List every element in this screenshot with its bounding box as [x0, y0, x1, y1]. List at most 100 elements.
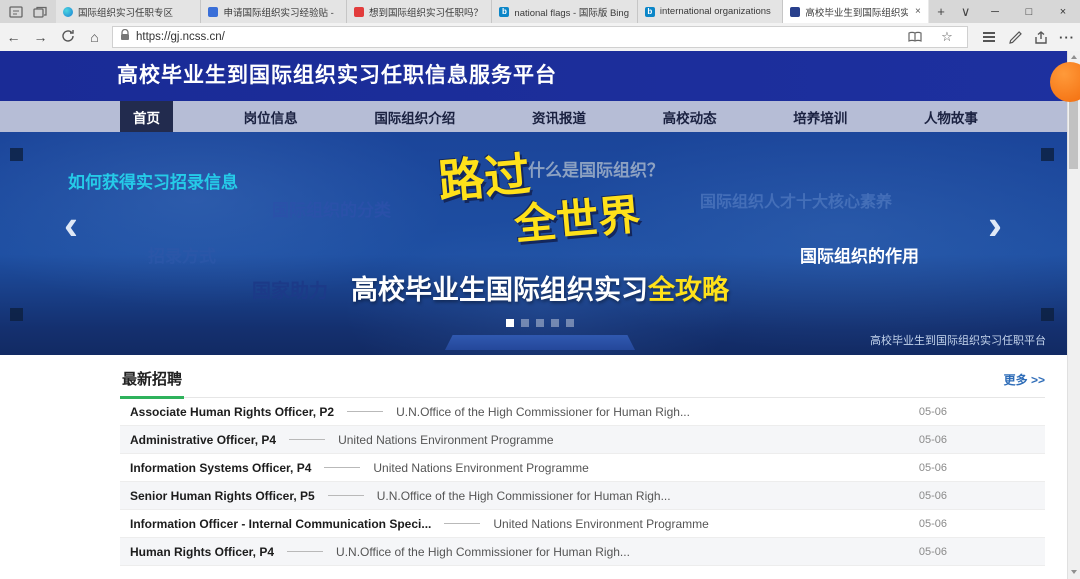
hero-caption: 如何获得实习招录信息: [68, 168, 238, 193]
hero-caption: 国际组织的分类: [272, 196, 391, 221]
carousel-dot[interactable]: [536, 319, 544, 327]
hero-caption: 国际组织的作用: [800, 242, 919, 267]
tab-favicon-bing: [645, 7, 655, 17]
browser-tab[interactable]: national flags - 国际版 Bing: [492, 0, 637, 23]
tab-favicon: [790, 7, 800, 17]
hero-caption: 什么是国际组织？: [528, 156, 664, 181]
nav-item-university[interactable]: 高校动态: [657, 101, 723, 132]
tab-close-icon[interactable]: ×: [913, 6, 921, 17]
annotate-pen-icon[interactable]: [1002, 31, 1028, 44]
nav-item-jobs[interactable]: 岗位信息: [238, 101, 304, 132]
maximize-button[interactable]: □: [1012, 0, 1046, 23]
hero-caption: 招录方式: [148, 242, 216, 267]
url-text: https://gj.ncss.cn/: [136, 31, 896, 43]
more-actions-icon[interactable]: ···: [1054, 30, 1080, 45]
job-row[interactable]: Associate Human Rights Officer, P2 U.N.O…: [120, 398, 1045, 426]
nav-item-org-intro[interactable]: 国际组织介绍: [368, 101, 461, 132]
job-organization: U.N.Office of the High Commissioner for …: [336, 545, 630, 559]
nav-item-home[interactable]: 首页: [120, 101, 173, 132]
tab-label: 想到国际组织实习任职吗？: [369, 5, 484, 19]
job-organization: United Nations Environment Programme: [373, 461, 588, 475]
page-scrollbar[interactable]: [1067, 51, 1080, 579]
url-field[interactable]: https://gj.ncss.cn/ ☆: [112, 26, 968, 48]
tab-favicon: [354, 7, 364, 17]
carousel-dot[interactable]: [521, 319, 529, 327]
tab-preview-toggle-icon[interactable]: ∨: [953, 0, 978, 23]
hero-ribbon-decor: [445, 335, 635, 350]
saved-tabs-icon[interactable]: [33, 6, 47, 18]
job-row[interactable]: Human Rights Officer, P4 U.N.Office of t…: [120, 538, 1045, 566]
close-button[interactable]: ×: [1046, 0, 1080, 23]
decor-square: [1041, 308, 1054, 321]
hero-slogan-prefix: 高校毕业生国际组织实习: [351, 275, 648, 305]
window-controls: ─ □ ×: [978, 0, 1080, 23]
dash-separator: [324, 467, 360, 468]
hero-caption: 国家助力: [252, 276, 328, 303]
set-tabs-aside-icon[interactable]: [9, 6, 23, 18]
job-title: Information Systems Officer, P4: [130, 461, 311, 475]
address-bar: ← → ⌂ https://gj.ncss.cn/ ☆ ···: [0, 23, 1080, 52]
job-title: Senior Human Rights Officer, P5: [130, 489, 315, 503]
reading-view-icon[interactable]: [902, 31, 928, 43]
nav-item-training[interactable]: 培养培训: [787, 101, 853, 132]
favorite-star-icon[interactable]: ☆: [934, 29, 960, 45]
job-date: 05-06: [919, 434, 947, 446]
dash-separator: [287, 551, 323, 552]
scrollbar-down-arrow-icon[interactable]: [1068, 566, 1080, 578]
decor-square: [1041, 148, 1054, 161]
hero-script-text: 全世界: [512, 181, 643, 253]
hero-watermark: 高校毕业生到国际组织实习任职平台: [870, 332, 1046, 348]
browser-window: 国际组织实习任职专区 申请国际组织实习经验贴 - 想到国际组织实习任职吗？ na…: [0, 0, 1080, 579]
carousel-prev-button[interactable]: ‹: [64, 204, 78, 246]
tab-favicon: [208, 7, 218, 17]
job-date: 05-06: [919, 490, 947, 502]
browser-tab[interactable]: 国际组织实习任职专区: [56, 0, 201, 23]
carousel-dot[interactable]: [506, 319, 514, 327]
back-icon[interactable]: ←: [0, 29, 27, 45]
tab-bar: 国际组织实习任职专区 申请国际组织实习经验贴 - 想到国际组织实习任职吗？ na…: [0, 0, 1080, 23]
browser-tab-active[interactable]: 高校毕业生到国际组织实习 ×: [783, 0, 928, 23]
job-date: 05-06: [919, 406, 947, 418]
jobs-section: 最新招聘 更多 >> Associate Human Rights Office…: [0, 355, 1068, 579]
site-header: 高校毕业生到国际组织实习任职信息服务平台: [0, 51, 1080, 101]
browser-tab[interactable]: 想到国际组织实习任职吗？: [347, 0, 492, 23]
tab-label: 申请国际组织实习经验贴 -: [223, 5, 338, 19]
job-row[interactable]: Information Officer - Internal Communica…: [120, 510, 1045, 538]
job-title: Administrative Officer, P4: [130, 433, 276, 447]
carousel-next-button[interactable]: ›: [988, 204, 1002, 246]
job-date: 05-06: [919, 462, 947, 474]
more-link[interactable]: 更多 >>: [1004, 371, 1045, 397]
job-list: Associate Human Rights Officer, P2 U.N.O…: [120, 398, 1045, 566]
hero-slogan: 高校毕业生国际组织实习全攻略: [351, 268, 729, 307]
carousel-dot[interactable]: [566, 319, 574, 327]
job-title: Human Rights Officer, P4: [130, 545, 274, 559]
job-row[interactable]: Administrative Officer, P4 United Nation…: [120, 426, 1045, 454]
nav-item-news[interactable]: 资讯报道: [526, 101, 592, 132]
job-row[interactable]: Information Systems Officer, P4 United N…: [120, 454, 1045, 482]
forward-icon[interactable]: →: [27, 29, 54, 45]
nav-item-stories[interactable]: 人物故事: [918, 101, 984, 132]
job-row[interactable]: Senior Human Rights Officer, P5 U.N.Offi…: [120, 482, 1045, 510]
job-date: 05-06: [919, 518, 947, 530]
site-title: 高校毕业生到国际组织实习任职信息服务平台: [0, 51, 1080, 101]
hero-slogan-highlight: 全攻略: [648, 275, 729, 305]
home-icon[interactable]: ⌂: [81, 29, 108, 45]
dash-separator: [328, 495, 364, 496]
dash-separator: [289, 439, 325, 440]
hero-caption: 国际组织人才十大核心素养: [700, 188, 892, 212]
main-nav: 首页 岗位信息 国际组织介绍 资讯报道 高校动态 培养培训 人物故事: [0, 101, 1080, 132]
carousel-dot[interactable]: [551, 319, 559, 327]
refresh-icon[interactable]: [54, 29, 81, 46]
minimize-button[interactable]: ─: [978, 0, 1012, 23]
tab-favicon-bing: [499, 7, 509, 17]
job-organization: United Nations Environment Programme: [338, 433, 553, 447]
browser-tab[interactable]: 申请国际组织实习经验贴 -: [201, 0, 346, 23]
job-title: Associate Human Rights Officer, P2: [130, 405, 334, 419]
share-icon[interactable]: [1028, 31, 1054, 44]
new-tab-button[interactable]: +: [929, 0, 954, 23]
decor-square: [10, 148, 23, 161]
browser-tab[interactable]: international organizations: [638, 0, 783, 23]
job-organization: U.N.Office of the High Commissioner for …: [396, 405, 690, 419]
tab-label: 国际组织实习任职专区: [78, 5, 193, 19]
job-date: 05-06: [919, 546, 947, 558]
